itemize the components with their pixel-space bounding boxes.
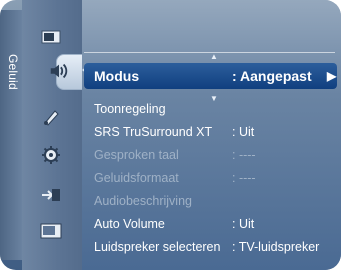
menu-item-label: Gesproken taal (94, 148, 179, 162)
scroll-up-icon[interactable]: ▲ (210, 52, 218, 61)
category-tab: Geluid (0, 10, 22, 260)
setup-icon[interactable] (40, 146, 62, 164)
picture-icon[interactable] (40, 28, 62, 46)
menu-item-value: : Uit (232, 217, 255, 231)
menu-item-gesproken-taal: Gesproken taal : ---- (94, 144, 335, 166)
category-icon-column (22, 0, 102, 270)
menu-item-value: : Uit (232, 125, 255, 139)
menu-item-label: Auto Volume (94, 217, 165, 231)
menu-item-value: : Aangepast (232, 68, 312, 84)
menu-item-audiobeschrijving: Audiobeschrijving (94, 190, 335, 212)
sound-icon[interactable] (48, 62, 70, 80)
menu-item-label: Luidspreker selecteren (94, 240, 221, 254)
input-icon[interactable] (40, 186, 62, 204)
menu-item-srs-trusurround[interactable]: SRS TruSurround XT : Uit (94, 121, 335, 143)
submenu-arrow-icon: ▶ (327, 69, 337, 83)
menu-item-luidspreker-selecteren[interactable]: Luidspreker selecteren : TV-luidspreker (94, 236, 335, 258)
menu-item-label: Audiobeschrijving (94, 194, 192, 208)
menu-item-label: Modus (94, 68, 140, 84)
menu-item-label: SRS TruSurround XT (94, 125, 213, 139)
menu-item-value: : TV-luidspreker (232, 240, 320, 254)
menu-item-modus[interactable]: Modus : Aangepast ▶ (84, 63, 337, 89)
menu-item-label: Geluidsformaat (94, 171, 179, 185)
menu-item-toonregeling[interactable]: Toonregeling (94, 98, 335, 120)
channel-icon[interactable] (40, 108, 62, 126)
menu-item-auto-volume[interactable]: Auto Volume : Uit (94, 213, 335, 235)
application-icon[interactable] (40, 222, 62, 240)
menu-item-value: : ---- (232, 171, 256, 185)
category-label: Geluid (6, 54, 20, 90)
menu-item-label: Toonregeling (94, 102, 166, 116)
menu-item-geluidsformaat: Geluidsformaat : ---- (94, 167, 335, 189)
menu-item-value: : ---- (232, 148, 256, 162)
tv-osd-menu: Geluid ▲ ▼ Modus : Aangepast ▶ Toonregel… (0, 0, 341, 270)
